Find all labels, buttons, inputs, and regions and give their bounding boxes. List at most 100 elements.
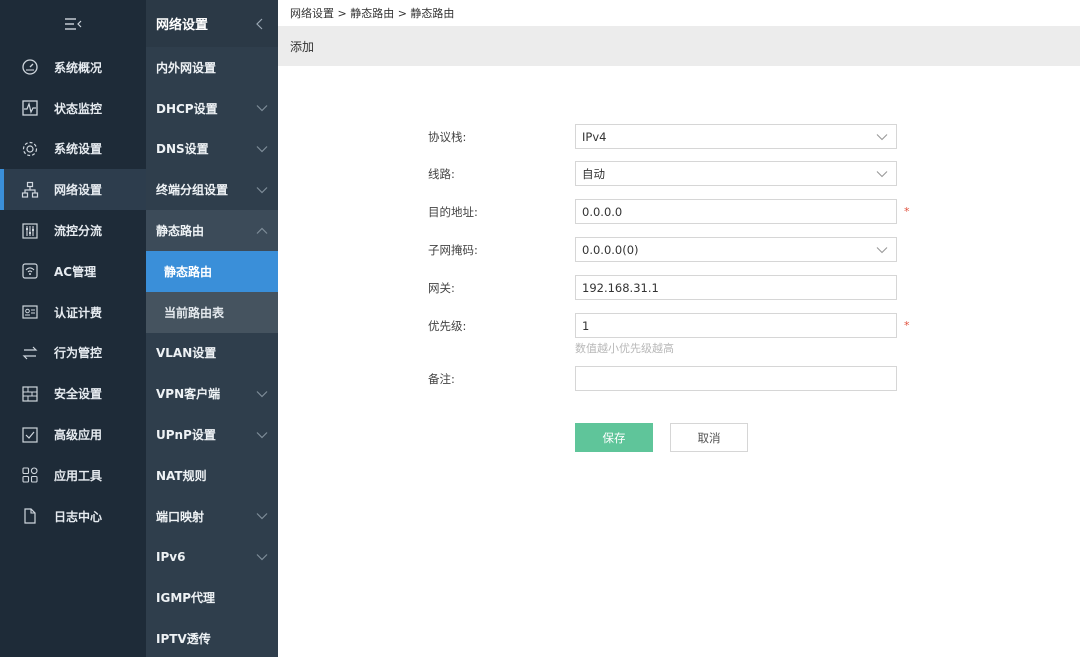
subnav-item-label: 终端分组设置 bbox=[156, 183, 229, 198]
chevron-down-icon bbox=[256, 551, 268, 563]
sidebar-item-log-center[interactable]: 日志中心 bbox=[0, 496, 146, 537]
sidebar-item-label: 网络设置 bbox=[54, 183, 103, 198]
sidebar-item-label: 行为管控 bbox=[54, 346, 103, 361]
chevron-down-icon bbox=[256, 102, 268, 114]
sidebar-item-label: 系统设置 bbox=[54, 142, 103, 157]
chevron-up-icon bbox=[256, 225, 268, 237]
mask-value: 0.0.0.0(0) bbox=[582, 242, 639, 257]
sidebar-item-label: 系统概况 bbox=[54, 60, 103, 75]
sidebar-item-network-settings[interactable]: 网络设置 bbox=[0, 169, 146, 211]
subnav-item-upnp[interactable]: UPnP设置 bbox=[146, 414, 278, 455]
sidebar-item-overview[interactable]: 系统概况 bbox=[0, 47, 146, 88]
menu-collapse-toggle[interactable] bbox=[0, 0, 146, 47]
sidebar-item-advanced[interactable]: 高级应用 bbox=[0, 414, 146, 455]
sidebar-item-label: 状态监控 bbox=[54, 101, 103, 116]
sidebar-item-app-tools[interactable]: 应用工具 bbox=[0, 455, 146, 496]
priority-label: 优先级: bbox=[428, 319, 467, 333]
subnav-item-label: 内外网设置 bbox=[156, 60, 217, 75]
subnav-item-label: IGMP代理 bbox=[156, 591, 216, 606]
sidebar-item-label: 认证计费 bbox=[54, 305, 103, 320]
main-content: 网络设置 > 静态路由 > 静态路由 添加 协议栈: IPv4 线路: 自动 目… bbox=[278, 0, 1080, 657]
protocol-value: IPv4 bbox=[582, 129, 607, 144]
required-mark: * bbox=[904, 319, 910, 332]
dest-address-input[interactable]: 0.0.0.0 bbox=[575, 199, 897, 224]
subnav-item-label: 静态路由 bbox=[156, 224, 205, 239]
sidebar-item-system-settings[interactable]: 系统设置 bbox=[0, 129, 146, 170]
subnav-sub-static-route[interactable]: 静态路由 bbox=[146, 250, 278, 292]
subnav-item-ipv6[interactable]: IPv6 bbox=[146, 537, 278, 578]
dest-label: 目的地址: bbox=[428, 205, 478, 219]
subnav-item-static-route[interactable]: 静态路由 bbox=[146, 210, 278, 251]
chevron-down-icon bbox=[876, 130, 888, 144]
secondary-sidebar: 网络设置 内外网设置 DHCP设置 DNS设置 终端分组设置 静态路由 静态路由… bbox=[146, 0, 278, 657]
menu-collapse-icon bbox=[65, 17, 82, 30]
sliders-icon bbox=[20, 221, 40, 241]
cancel-button[interactable]: 取消 bbox=[670, 423, 748, 452]
subnav-item-nat-rules[interactable]: NAT规则 bbox=[146, 455, 278, 496]
subnav-item-vlan[interactable]: VLAN设置 bbox=[146, 333, 278, 374]
sidebar-item-label: 应用工具 bbox=[54, 468, 103, 483]
document-icon bbox=[20, 506, 40, 526]
gateway-input[interactable]: 192.168.31.1 bbox=[575, 275, 897, 300]
checkbox-icon bbox=[20, 425, 40, 445]
chevron-down-icon bbox=[256, 510, 268, 522]
swap-arrows-icon bbox=[20, 343, 40, 363]
subnet-mask-select[interactable]: 0.0.0.0(0) bbox=[575, 237, 897, 262]
breadcrumb: 网络设置 > 静态路由 > 静态路由 bbox=[290, 7, 455, 20]
subnav-item-iptv-passthrough[interactable]: IPTV透传 bbox=[146, 618, 278, 657]
subnav-item-dhcp[interactable]: DHCP设置 bbox=[146, 88, 278, 129]
subnav-item-terminal-group[interactable]: 终端分组设置 bbox=[146, 169, 278, 210]
subnav-item-vpn-client[interactable]: VPN客户端 bbox=[146, 373, 278, 414]
subnav-item-label: NAT规则 bbox=[156, 468, 207, 483]
subnav-item-label: 当前路由表 bbox=[164, 305, 225, 320]
dest-value: 0.0.0.0 bbox=[582, 204, 623, 219]
protocol-select[interactable]: IPv4 bbox=[575, 124, 897, 149]
note-input[interactable] bbox=[575, 366, 897, 391]
collapse-subnav-icon[interactable] bbox=[254, 18, 266, 30]
firewall-icon bbox=[20, 384, 40, 404]
line-value: 自动 bbox=[582, 166, 605, 181]
subnav-item-label: IPTV透传 bbox=[156, 632, 211, 647]
dashboard-icon bbox=[20, 57, 40, 77]
subnav-item-label: DHCP设置 bbox=[156, 101, 218, 116]
gateway-label: 网关: bbox=[428, 281, 455, 295]
sidebar-item-label: AC管理 bbox=[54, 264, 97, 279]
apps-icon bbox=[20, 465, 40, 485]
subnav-item-label: UPnP设置 bbox=[156, 428, 216, 443]
note-label: 备注: bbox=[428, 372, 455, 386]
sidebar-item-label: 高级应用 bbox=[54, 428, 103, 443]
subnav-item-port-mapping[interactable]: 端口映射 bbox=[146, 496, 278, 537]
chevron-down-icon bbox=[876, 167, 888, 181]
priority-value: 1 bbox=[582, 318, 590, 333]
line-select[interactable]: 自动 bbox=[575, 161, 897, 186]
subnav-item-label: 静态路由 bbox=[164, 264, 213, 279]
sidebar-item-ac-management[interactable]: AC管理 bbox=[0, 251, 146, 292]
subnav-item-label: DNS设置 bbox=[156, 142, 209, 157]
sidebar-item-flow-control[interactable]: 流控分流 bbox=[0, 210, 146, 251]
line-label: 线路: bbox=[428, 167, 455, 181]
primary-sidebar: 系统概况 状态监控 系统设置 网络设置 流控分流 AC管理 认证计费 行为管控 … bbox=[0, 0, 146, 657]
subnav-sub-current-route-table[interactable]: 当前路由表 bbox=[146, 291, 278, 333]
priority-input[interactable]: 1 bbox=[575, 313, 897, 338]
sidebar-item-label: 安全设置 bbox=[54, 387, 103, 402]
subnav-item-dns[interactable]: DNS设置 bbox=[146, 129, 278, 170]
chevron-down-icon bbox=[256, 143, 268, 155]
sidebar-item-security[interactable]: 安全设置 bbox=[0, 373, 146, 414]
id-card-icon bbox=[20, 302, 40, 322]
wifi-ap-icon bbox=[20, 261, 40, 281]
gear-icon bbox=[20, 139, 40, 159]
subnav-item-igmp-proxy[interactable]: IGMP代理 bbox=[146, 577, 278, 618]
required-mark: * bbox=[904, 205, 910, 218]
save-button[interactable]: 保存 bbox=[575, 423, 653, 452]
sidebar-item-monitor[interactable]: 状态监控 bbox=[0, 88, 146, 129]
priority-hint: 数值越小优先级越高 bbox=[575, 342, 674, 355]
page-title: 添加 bbox=[278, 26, 1080, 66]
sidebar-item-auth-billing[interactable]: 认证计费 bbox=[0, 292, 146, 333]
chevron-down-icon bbox=[256, 388, 268, 400]
subnav-title: 网络设置 bbox=[156, 18, 209, 33]
mask-label: 子网掩码: bbox=[428, 243, 478, 257]
sidebar-item-behavior-control[interactable]: 行为管控 bbox=[0, 333, 146, 374]
subnav-item-lan-wan[interactable]: 内外网设置 bbox=[146, 47, 278, 88]
subnav-item-label: 端口映射 bbox=[156, 509, 205, 524]
sidebar-item-label: 日志中心 bbox=[54, 509, 103, 524]
